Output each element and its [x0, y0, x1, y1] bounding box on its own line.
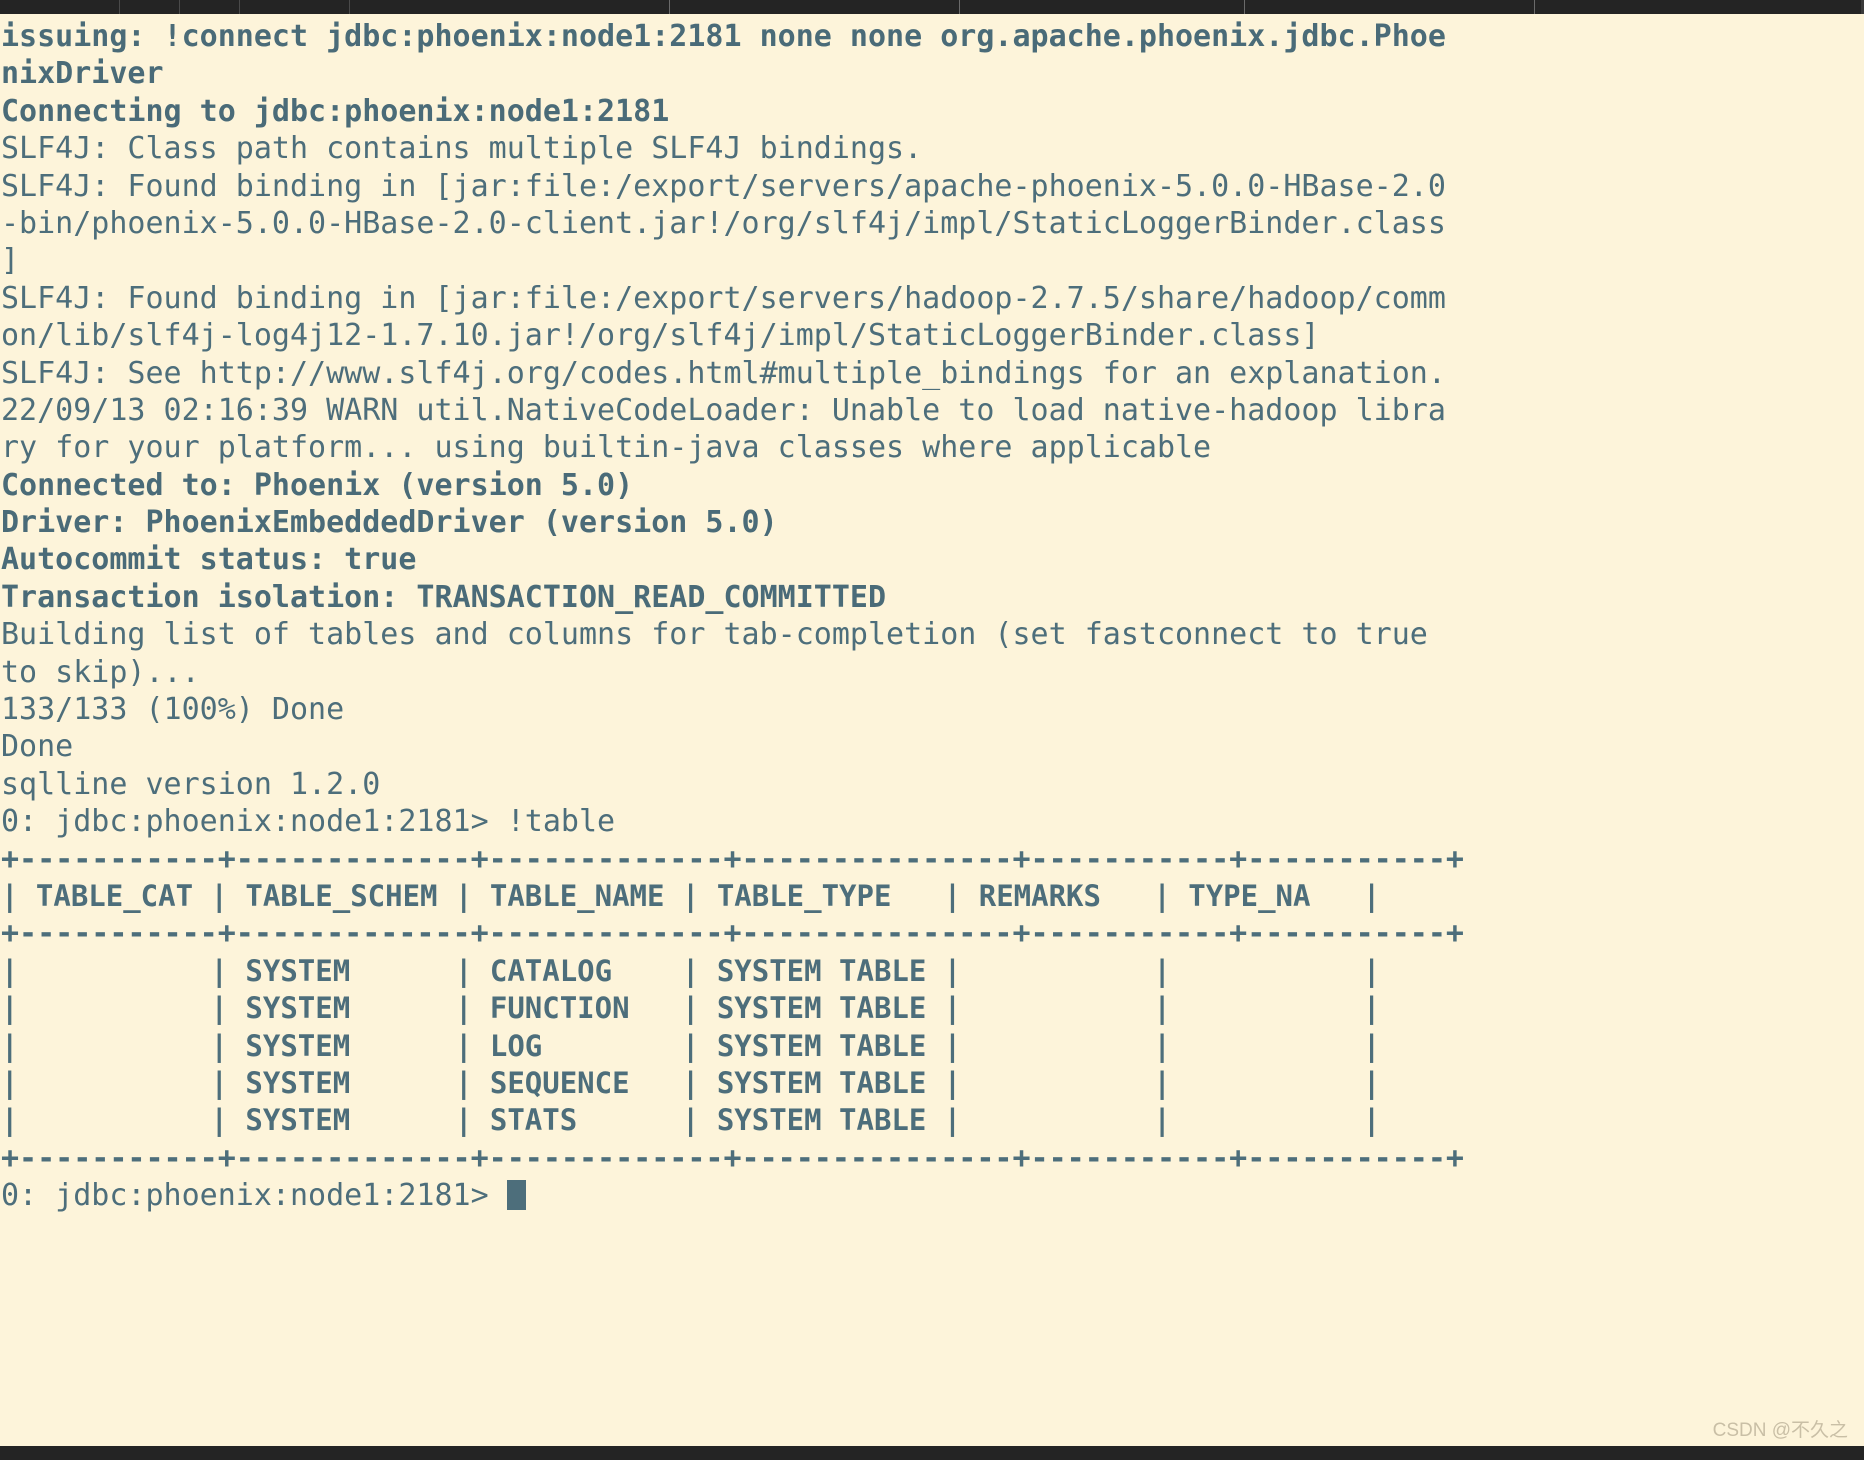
- terminal-window: issuing: !connect jdbc:phoenix:node1:218…: [0, 0, 1864, 1460]
- terminal-line: Driver: PhoenixEmbeddedDriver (version 5…: [1, 505, 778, 541]
- terminal-line: ry for your platform... using builtin-ja…: [1, 430, 1212, 466]
- window-tab-strip[interactable]: [0, 0, 1864, 14]
- tab-slot-9[interactable]: [1535, 0, 1864, 14]
- terminal-line: Connected to: Phoenix (version 5.0): [1, 467, 634, 503]
- terminal-line: sqlline version 1.2.0: [1, 766, 381, 802]
- terminal-line: nixDriver: [1, 56, 164, 92]
- tab-slot-1[interactable]: [0, 0, 120, 14]
- shell-prompt: 0: jdbc:phoenix:node1:2181>: [1, 1178, 507, 1214]
- command-line: 0: jdbc:phoenix:node1:2181> !table: [0, 803, 1864, 840]
- table-header-rule: +-----------+-------------+-------------…: [1, 916, 1464, 952]
- tab-slot-2[interactable]: [120, 0, 180, 14]
- terminal-line: Transaction isolation: TRANSACTION_READ_…: [1, 579, 887, 615]
- terminal-line: Building list of tables and columns for …: [1, 617, 1428, 653]
- csdn-watermark: CSDN @不久之: [1712, 1420, 1848, 1441]
- terminal-line: -bin/phoenix-5.0.0-HBase-2.0-client.jar!…: [1, 205, 1446, 241]
- terminal-line: Connecting to jdbc:phoenix:node1:2181: [1, 93, 670, 129]
- window-bottom-chrome: [0, 1446, 1864, 1460]
- terminal-output-area[interactable]: issuing: !connect jdbc:phoenix:node1:218…: [0, 14, 1864, 1446]
- active-prompt-line[interactable]: 0: jdbc:phoenix:node1:2181>: [0, 1177, 1864, 1214]
- table-row: | | SYSTEM | SEQUENCE | SYSTEM TABLE | |…: [1, 1065, 1381, 1100]
- table-row: | | SYSTEM | CATALOG | SYSTEM TABLE | | …: [1, 953, 1381, 988]
- table-top-rule: +-----------+-------------+-------------…: [1, 841, 1464, 877]
- terminal-line: on/lib/slf4j-log4j12-1.7.10.jar!/org/slf…: [1, 318, 1320, 354]
- table-row: | | SYSTEM | STATS | SYSTEM TABLE | | |: [1, 1103, 1381, 1138]
- terminal-line: SLF4J: Found binding in [jar:file:/expor…: [1, 280, 1446, 316]
- table-row: | | SYSTEM | FUNCTION | SYSTEM TABLE | |…: [1, 991, 1381, 1026]
- tab-slot-7[interactable]: [960, 0, 1245, 14]
- terminal-line: Done: [1, 729, 74, 765]
- tab-slot-3[interactable]: [180, 0, 240, 14]
- terminal-line: 133/133 (100%) Done: [1, 692, 345, 728]
- terminal-line: issuing: !connect jdbc:phoenix:node1:218…: [1, 19, 1446, 54]
- block-cursor: [506, 1180, 526, 1211]
- terminal-line: SLF4J: Found binding in [jar:file:/expor…: [1, 168, 1446, 204]
- table-bottom-rule: +-----------+-------------+-------------…: [1, 1140, 1464, 1176]
- tab-slot-5[interactable]: [350, 0, 670, 14]
- shell-prompt: 0: jdbc:phoenix:node1:2181>: [1, 804, 507, 840]
- terminal-line: SLF4J: Class path contains multiple SLF4…: [1, 131, 923, 167]
- table-header-row: | TABLE_CAT | TABLE_SCHEM | TABLE_NAME |…: [1, 878, 1381, 913]
- entered-command: !table: [506, 804, 616, 840]
- terminal-line: SLF4J: See http://www.slf4j.org/codes.ht…: [1, 355, 1446, 391]
- terminal-line: 22/09/13 02:16:39 WARN util.NativeCodeLo…: [1, 392, 1446, 428]
- terminal-line: ]: [1, 243, 20, 279]
- terminal-line: Autocommit status: true: [1, 542, 417, 578]
- tab-slot-4[interactable]: [240, 0, 350, 14]
- terminal-line: to skip)...: [1, 654, 200, 690]
- tab-slot-6[interactable]: [670, 0, 960, 14]
- tab-slot-8[interactable]: [1245, 0, 1535, 14]
- table-row: | | SYSTEM | LOG | SYSTEM TABLE | | |: [1, 1028, 1381, 1063]
